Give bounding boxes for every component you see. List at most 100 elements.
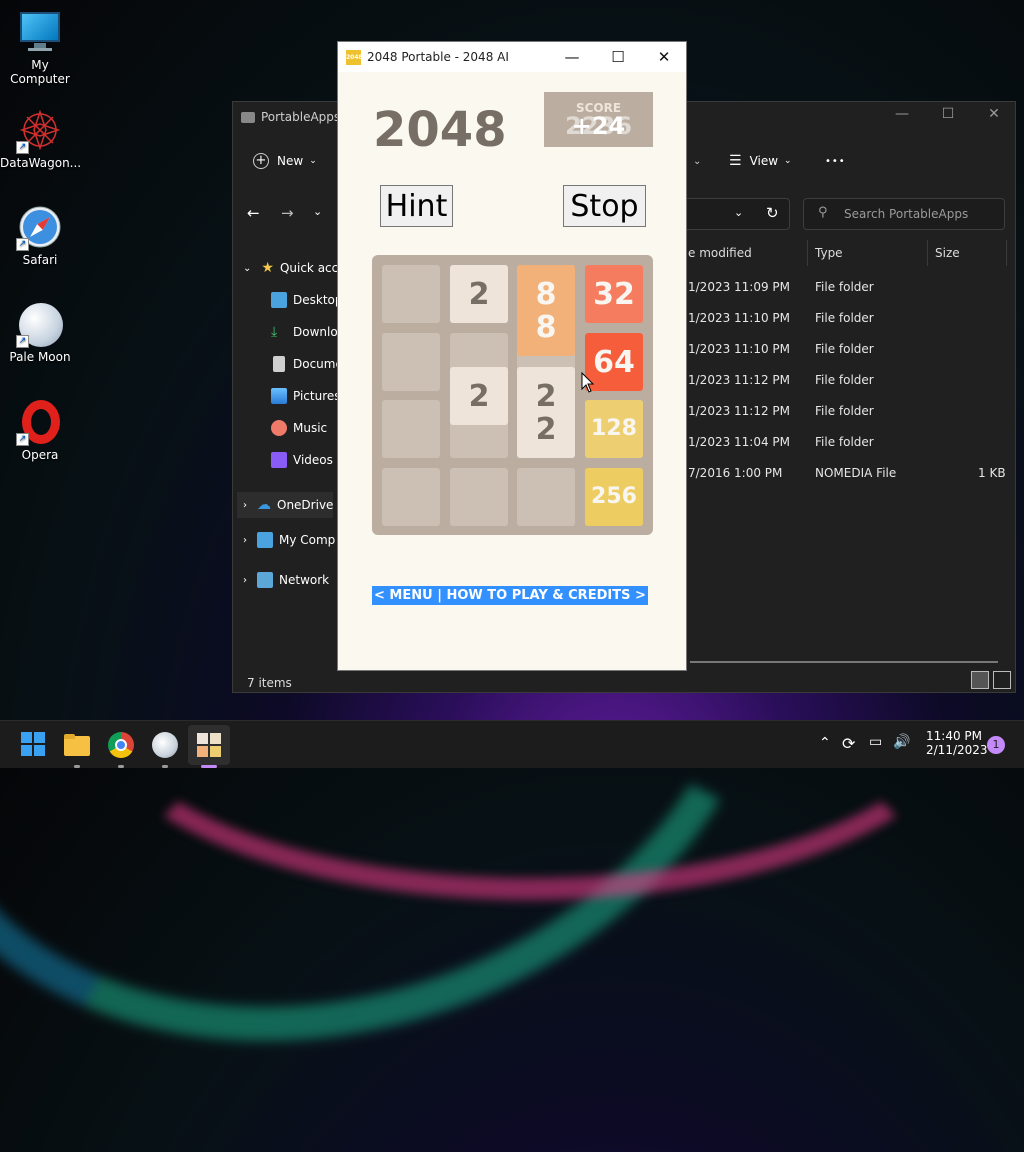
column-separator[interactable]: [927, 240, 928, 266]
desktop-icon-opera[interactable]: ↗ Opera: [0, 400, 80, 462]
sidebar-item-label: OneDrive: [277, 498, 334, 512]
chevron-down-icon: ⌄: [784, 156, 792, 166]
sidebar-item-label: Music: [293, 421, 328, 435]
search-placeholder: Search PortableApps: [844, 207, 969, 221]
desktop-icon-safari[interactable]: ↗ Safari: [0, 205, 80, 267]
sidebar-item-onedrive[interactable]: › ☁ OneDrive: [237, 492, 333, 518]
search-icon: ⚲: [818, 205, 828, 220]
row-date: 1/2023 11:12 PM: [688, 404, 791, 418]
column-header-size[interactable]: Size: [935, 246, 960, 260]
column-header-type[interactable]: Type: [815, 246, 843, 260]
chevron-down-icon: ⌄: [309, 156, 317, 166]
stop-button[interactable]: Stop: [563, 185, 646, 227]
details-view-icon[interactable]: [971, 671, 989, 689]
minimize-icon[interactable]: —: [549, 42, 595, 72]
new-button[interactable]: + New ⌄: [253, 153, 317, 169]
datawagon-icon: ↗: [16, 108, 62, 154]
chrome-icon[interactable]: [107, 731, 135, 759]
tile: 2: [450, 367, 508, 425]
desktop-icon-datawagon[interactable]: ↗ DataWagon...: [0, 108, 81, 170]
clock-time: 11:40 PM: [926, 729, 982, 743]
row-type: File folder: [815, 404, 874, 418]
sidebar-item-my-computer[interactable]: › My Comp: [243, 532, 335, 548]
board-cell: [382, 468, 440, 526]
desktop-folder-icon: [271, 292, 287, 308]
safari-compass-icon: ↗: [16, 205, 62, 251]
status-item-count: 7 items: [247, 676, 292, 690]
start-windows-icon[interactable]: [20, 731, 48, 759]
desktop-icon-my-computer[interactable]: My Computer: [0, 10, 80, 86]
maximize-icon[interactable]: ☐: [925, 106, 971, 122]
close-icon[interactable]: ✕: [641, 42, 687, 72]
hint-button[interactable]: Hint: [380, 185, 453, 227]
tile: 32: [585, 265, 643, 323]
sidebar-item-label: Network: [279, 573, 330, 587]
column-separator[interactable]: [1006, 240, 1007, 266]
row-date: 1/2023 11:09 PM: [688, 280, 791, 294]
sync-icon[interactable]: ⟳: [842, 734, 855, 753]
sidebar-item-desktop[interactable]: Desktop: [271, 292, 343, 308]
sidebar-item-videos[interactable]: Videos: [271, 452, 333, 468]
tile: 8 8: [517, 265, 575, 356]
tiles-view-icon[interactable]: [993, 671, 1011, 689]
file-explorer-icon[interactable]: [63, 731, 91, 759]
game-window[interactable]: 2048 2048 Portable - 2048 AI — ☐ ✕ 2048 …: [337, 41, 687, 671]
board-cell: [382, 265, 440, 323]
tile: 2: [450, 265, 508, 323]
chevron-down-icon[interactable]: ⌄: [693, 156, 701, 167]
column-separator[interactable]: [807, 240, 808, 266]
shortcut-arrow-icon: ↗: [16, 141, 29, 154]
chevron-right-icon: ›: [243, 499, 247, 511]
chevron-down-icon: ⌄: [243, 262, 252, 274]
row-type: File folder: [815, 342, 874, 356]
horizontal-scrollbar[interactable]: [690, 661, 998, 663]
sidebar-item-label: Pictures: [293, 389, 341, 403]
sidebar-item-downloads[interactable]: ⤓ Downloa: [271, 324, 345, 340]
refresh-icon[interactable]: ↻: [766, 204, 779, 222]
menu-how-to-play-link[interactable]: < MENU | HOW TO PLAY & CREDITS >: [372, 586, 648, 605]
row-date: 7/2016 1:00 PM: [688, 466, 783, 480]
game-heading: 2048: [373, 102, 507, 158]
network-monitor-icon[interactable]: ▭: [869, 734, 882, 750]
desktop-icon-pale-moon[interactable]: ↗ Pale Moon: [0, 302, 80, 364]
game-titlebar[interactable]: 2048 2048 Portable - 2048 AI — ☐ ✕: [338, 42, 686, 72]
more-options-icon[interactable]: •••: [825, 156, 846, 167]
chevron-up-icon[interactable]: ⌃: [819, 735, 831, 751]
cloud-icon: ☁: [257, 497, 271, 513]
search-input[interactable]: ⚲ Search PortableApps: [803, 198, 1005, 230]
chevron-down-icon[interactable]: ⌄: [734, 206, 743, 219]
app-2048-taskbar-icon[interactable]: [195, 731, 223, 759]
board-cell: [450, 468, 508, 526]
score-delta: +24: [571, 112, 626, 140]
minimize-icon[interactable]: —: [879, 106, 925, 122]
volume-icon[interactable]: 🔊: [893, 734, 910, 750]
moon-icon: ↗: [16, 302, 63, 348]
clock[interactable]: 11:40 PM 2/11/2023: [926, 729, 988, 757]
back-arrow-icon[interactable]: ←: [247, 204, 260, 222]
row-date: 1/2023 11:10 PM: [688, 342, 791, 356]
view-button-label: View: [749, 154, 779, 168]
sidebar-item-label: Desktop: [293, 293, 343, 307]
game-board[interactable]: 2 8 8 32 64 2 2 2 128 256: [372, 255, 653, 535]
column-header-date-modified[interactable]: e modified: [688, 246, 752, 260]
maximize-icon[interactable]: ☐: [595, 42, 641, 72]
close-icon[interactable]: ✕: [971, 106, 1017, 122]
taskbar: ⌃ ⟳ ▭ 🔊 11:40 PM 2/11/2023 1: [0, 720, 1024, 768]
app-2048-icon: 2048: [346, 49, 363, 65]
chevron-right-icon: ›: [243, 534, 247, 546]
opera-icon: ↗: [16, 400, 62, 446]
sidebar-item-music[interactable]: Music: [271, 420, 327, 436]
desktop-icon-label: Opera: [21, 448, 59, 462]
chevron-down-icon[interactable]: ⌄: [313, 205, 322, 218]
browser-icon[interactable]: [151, 731, 179, 759]
address-bar[interactable]: ⌄ ↻: [673, 198, 790, 230]
sidebar-item-network[interactable]: › Network: [243, 572, 329, 588]
forward-arrow-icon[interactable]: →: [281, 204, 294, 222]
sidebar-item-pictures[interactable]: Pictures: [271, 388, 341, 404]
sidebar-item-documents[interactable]: Docume: [271, 356, 343, 372]
view-button[interactable]: ☰ View ⌄: [729, 153, 792, 169]
sidebar-item-quick-access[interactable]: ⌄ ★ Quick acce: [243, 260, 346, 276]
notification-badge[interactable]: 1: [987, 736, 1005, 754]
row-date: 1/2023 11:04 PM: [688, 435, 791, 449]
tile: 128: [585, 400, 643, 458]
